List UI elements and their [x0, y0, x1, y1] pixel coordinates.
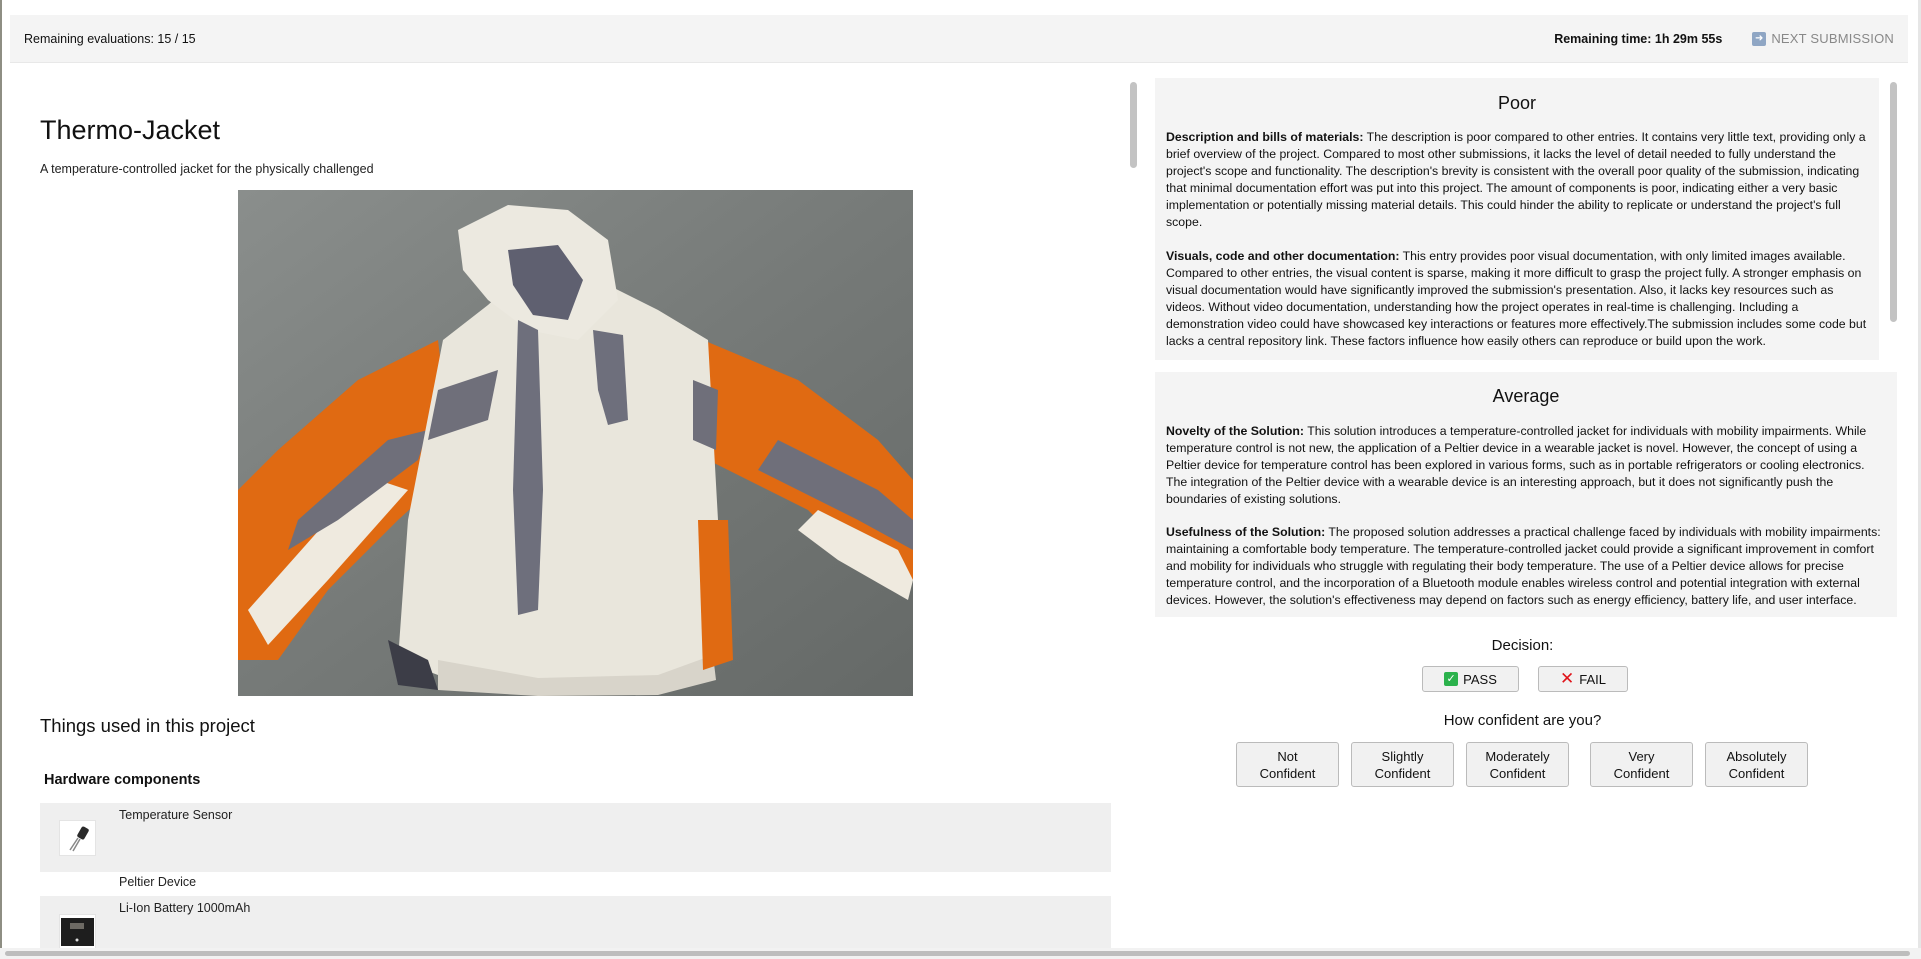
- average-heading: Average: [1492, 386, 1560, 406]
- jacket-photo: [238, 190, 913, 696]
- window-left-edge: [0, 0, 2, 959]
- decision-label: Decision:: [1491, 637, 1554, 654]
- confidence-line2: Confident: [1613, 765, 1670, 781]
- average-review-card: Average Novelty of the Solution: This so…: [1155, 372, 1897, 617]
- project-title: Thermo-Jacket: [40, 115, 221, 145]
- confidence-line1: Not: [1277, 748, 1298, 764]
- confidence-line1: Absolutely: [1726, 748, 1787, 764]
- top-bar: Remaining evaluations: 15 / 15 Remaining…: [10, 15, 1908, 63]
- confidence-line2: Confident: [1374, 765, 1431, 781]
- pass-button[interactable]: ✓ PASS: [1422, 666, 1519, 692]
- confidence-not-button[interactable]: Not Confident: [1236, 742, 1339, 787]
- poor-visuals-paragraph: Visuals, code and other documentation: T…: [1166, 248, 1867, 350]
- things-used-heading: Things used in this project: [40, 715, 255, 736]
- cross-icon: ✕: [1560, 669, 1575, 688]
- confidence-line1: Moderately: [1485, 748, 1550, 764]
- confidence-absolutely-button[interactable]: Absolutely Confident: [1705, 742, 1808, 787]
- usefulness-paragraph: Usefulness of the Solution: The proposed…: [1166, 524, 1885, 609]
- description-label: Description and bills of materials:: [1166, 130, 1364, 144]
- battery-thumbnail: [59, 914, 96, 950]
- confidence-line2: Confident: [1259, 765, 1316, 781]
- confidence-very-button[interactable]: Very Confident: [1590, 742, 1693, 787]
- check-icon: ✓: [1444, 672, 1459, 686]
- description-text: The description is poor compared to othe…: [1166, 130, 1866, 229]
- next-submission-button[interactable]: ➜ NEXT SUBMISSION: [1752, 31, 1894, 46]
- usefulness-label: Usefulness of the Solution:: [1166, 525, 1326, 539]
- confidence-moderately-button[interactable]: Moderately Confident: [1466, 742, 1569, 787]
- confidence-line1: Very: [1628, 748, 1655, 764]
- left-pane-scrollbar[interactable]: [1130, 82, 1137, 168]
- component-row[interactable]: Temperature Sensor: [40, 803, 1111, 872]
- visuals-text: This entry provides poor visual document…: [1166, 249, 1867, 348]
- poor-heading: Poor: [1497, 93, 1537, 113]
- novelty-paragraph: Novelty of the Solution: This solution i…: [1166, 423, 1885, 508]
- component-row[interactable]: Peltier Device: [40, 872, 1111, 894]
- project-image: [238, 190, 913, 696]
- confidence-line2: Confident: [1489, 765, 1546, 781]
- confidence-line1: Slightly: [1381, 748, 1424, 764]
- right-pane-scrollbar[interactable]: [1890, 82, 1897, 322]
- component-row[interactable]: Li-Ion Battery 1000mAh: [40, 896, 1111, 951]
- component-name: Peltier Device: [119, 875, 197, 889]
- component-name: Li-Ion Battery 1000mAh: [119, 901, 251, 915]
- remaining-time: Remaining time: 1h 29m 55s: [1554, 31, 1723, 46]
- poor-description-paragraph: Description and bills of materials: The …: [1166, 129, 1867, 231]
- evaluation-pane[interactable]: Poor Description and bills of materials:…: [1155, 78, 1897, 951]
- confidence-label: How confident are you?: [1443, 712, 1602, 729]
- novelty-label: Novelty of the Solution:: [1166, 424, 1304, 438]
- temperature-sensor-thumbnail: [59, 820, 96, 856]
- fail-label: FAIL: [1579, 671, 1606, 687]
- hardware-components-heading: Hardware components: [44, 772, 201, 788]
- poor-review-card: Poor Description and bills of materials:…: [1155, 78, 1879, 360]
- confidence-line2: Confident: [1728, 765, 1785, 781]
- arrow-right-icon: ➜: [1752, 31, 1767, 46]
- pass-label: PASS: [1463, 671, 1497, 687]
- fail-button[interactable]: ✕ FAIL: [1538, 666, 1628, 692]
- next-submission-label: NEXT SUBMISSION: [1771, 31, 1894, 46]
- horizontal-scrollbar-thumb[interactable]: [5, 951, 1910, 956]
- visuals-label: Visuals, code and other documentation:: [1166, 249, 1400, 263]
- remaining-evaluations: Remaining evaluations: 15 / 15: [24, 31, 196, 46]
- confidence-slightly-button[interactable]: Slightly Confident: [1351, 742, 1454, 787]
- project-subtitle: A temperature-controlled jacket for the …: [40, 162, 374, 176]
- project-pane[interactable]: Thermo-Jacket A temperature-controlled j…: [10, 75, 1118, 951]
- component-name: Temperature Sensor: [119, 808, 233, 822]
